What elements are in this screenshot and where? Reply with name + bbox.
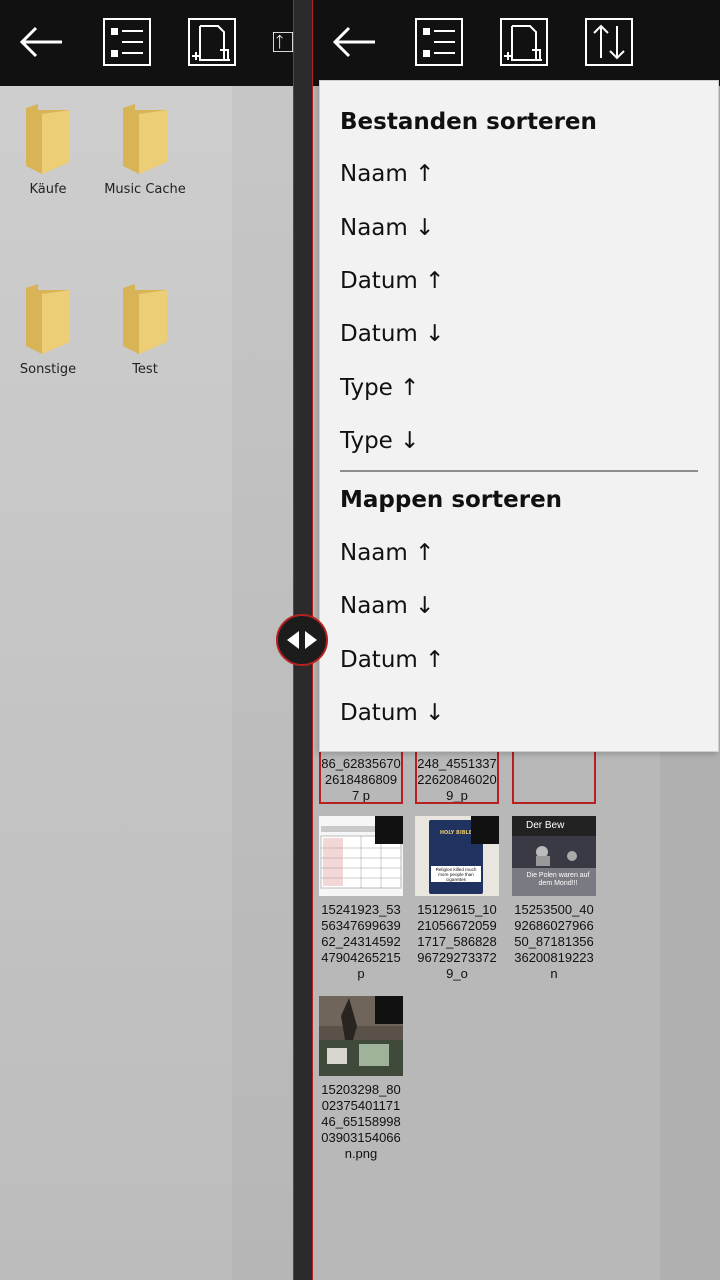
- new-folder-icon: [500, 18, 548, 66]
- file-label: 15203298_8002375401171 46_65158998039031…: [321, 1082, 401, 1161]
- sort-files-type-asc[interactable]: Type ↑: [340, 375, 419, 401]
- folder-item[interactable]: Music Cache: [97, 104, 193, 197]
- new-folder-icon: [188, 18, 236, 66]
- file-label: 15241923_5356347699639 62_24314592479042…: [321, 902, 401, 981]
- file-label: 86_6283567026184868097 p: [321, 756, 401, 802]
- sort-folders-name-asc[interactable]: Naam ↑: [340, 540, 434, 566]
- file-label: 248_4551337226208460209_p: [417, 756, 497, 802]
- file-item[interactable]: 15203298_8002375401171 46_65158998039031…: [319, 996, 403, 1162]
- folder-icon: [24, 284, 72, 356]
- back-button[interactable]: [18, 18, 66, 66]
- sort-icon: [585, 18, 633, 66]
- right-toolbar: [313, 0, 720, 86]
- new-folder-button[interactable]: [188, 18, 236, 66]
- folder-label: Käufe: [29, 182, 67, 197]
- sort-files-date-asc[interactable]: Datum ↑: [340, 268, 444, 294]
- file-label: 15129615_1021056672059 1717_586828967292…: [417, 902, 497, 981]
- files-sort-heading: Bestanden sorteren: [340, 109, 597, 135]
- sort-files-name-asc[interactable]: Naam ↑: [340, 161, 434, 187]
- left-toolbar: [0, 0, 293, 86]
- folder-item[interactable]: Test: [97, 284, 193, 377]
- sort-folders-date-desc[interactable]: Datum ↓: [340, 700, 444, 726]
- thumbnail-image: HOLY BIBLE Religion killed much more peo…: [415, 816, 499, 896]
- sort-folders-date-asc[interactable]: Datum ↑: [340, 647, 444, 673]
- splitter-handle[interactable]: [276, 614, 328, 666]
- folder-icon: [121, 104, 169, 176]
- thumbnail-image: [319, 996, 403, 1076]
- selection-badge[interactable]: [375, 996, 403, 1024]
- file-label: [514, 752, 594, 802]
- selection-badge[interactable]: [471, 816, 499, 844]
- folder-label: Test: [132, 362, 158, 377]
- menu-separator: [340, 470, 698, 472]
- folder-item[interactable]: Sonstige: [0, 284, 96, 377]
- file-item[interactable]: HOLY BIBLE Religion killed much more peo…: [415, 816, 499, 982]
- sort-button[interactable]: [273, 18, 293, 66]
- left-pane-stripe: [232, 86, 293, 1280]
- folder-icon: [121, 284, 169, 356]
- sort-files-name-desc[interactable]: Naam ↓: [340, 215, 434, 241]
- new-folder-button[interactable]: [500, 18, 548, 66]
- file-item[interactable]: [512, 752, 596, 804]
- sort-menu: Bestanden sorteren Naam ↑ Naam ↓ Datum ↑…: [319, 80, 719, 752]
- moon-bottom-text: Die Polen waren auf dem Mond!!!: [526, 872, 590, 887]
- back-arrow-icon: [20, 26, 62, 58]
- left-right-arrows-icon: [287, 631, 317, 649]
- folders-sort-heading: Mappen sorteren: [340, 487, 563, 513]
- file-item[interactable]: 248_4551337226208460209_p: [415, 752, 499, 804]
- thumbnail-image: Der Bew Die Polen waren auf dem Mond!!!: [512, 816, 596, 896]
- list-view-icon: [415, 18, 463, 66]
- sort-files-date-desc[interactable]: Datum ↓: [340, 321, 444, 347]
- thumbnail-image: [319, 816, 403, 896]
- file-item[interactable]: 15241923_5356347699639 62_24314592479042…: [319, 816, 403, 982]
- bible-caption-text: Religion killed much more people than ci…: [435, 867, 477, 882]
- sort-button[interactable]: [585, 18, 633, 66]
- folder-item[interactable]: Käufe: [0, 104, 96, 197]
- sort-folders-name-desc[interactable]: Naam ↓: [340, 593, 434, 619]
- file-label: 15253500_4092686027966 50_87181356362008…: [514, 902, 594, 981]
- folder-label: Sonstige: [19, 362, 77, 377]
- left-file-pane: Käufe Music Cache Sonstige Test: [0, 0, 293, 1280]
- sort-icon: [273, 32, 293, 52]
- back-button[interactable]: [331, 18, 379, 66]
- file-item[interactable]: 86_6283567026184868097 p: [319, 752, 403, 804]
- folder-label: Music Cache: [104, 182, 186, 197]
- selection-badge[interactable]: [375, 816, 403, 844]
- list-view-button[interactable]: [103, 18, 151, 66]
- back-arrow-icon: [333, 26, 375, 58]
- folder-icon: [24, 104, 72, 176]
- list-view-button[interactable]: [415, 18, 463, 66]
- list-view-icon: [103, 18, 151, 66]
- sort-files-type-desc[interactable]: Type ↓: [340, 428, 419, 454]
- file-item[interactable]: Der Bew Die Polen waren auf dem Mond!!! …: [512, 816, 596, 982]
- moon-top-text: Der Bew: [526, 820, 565, 831]
